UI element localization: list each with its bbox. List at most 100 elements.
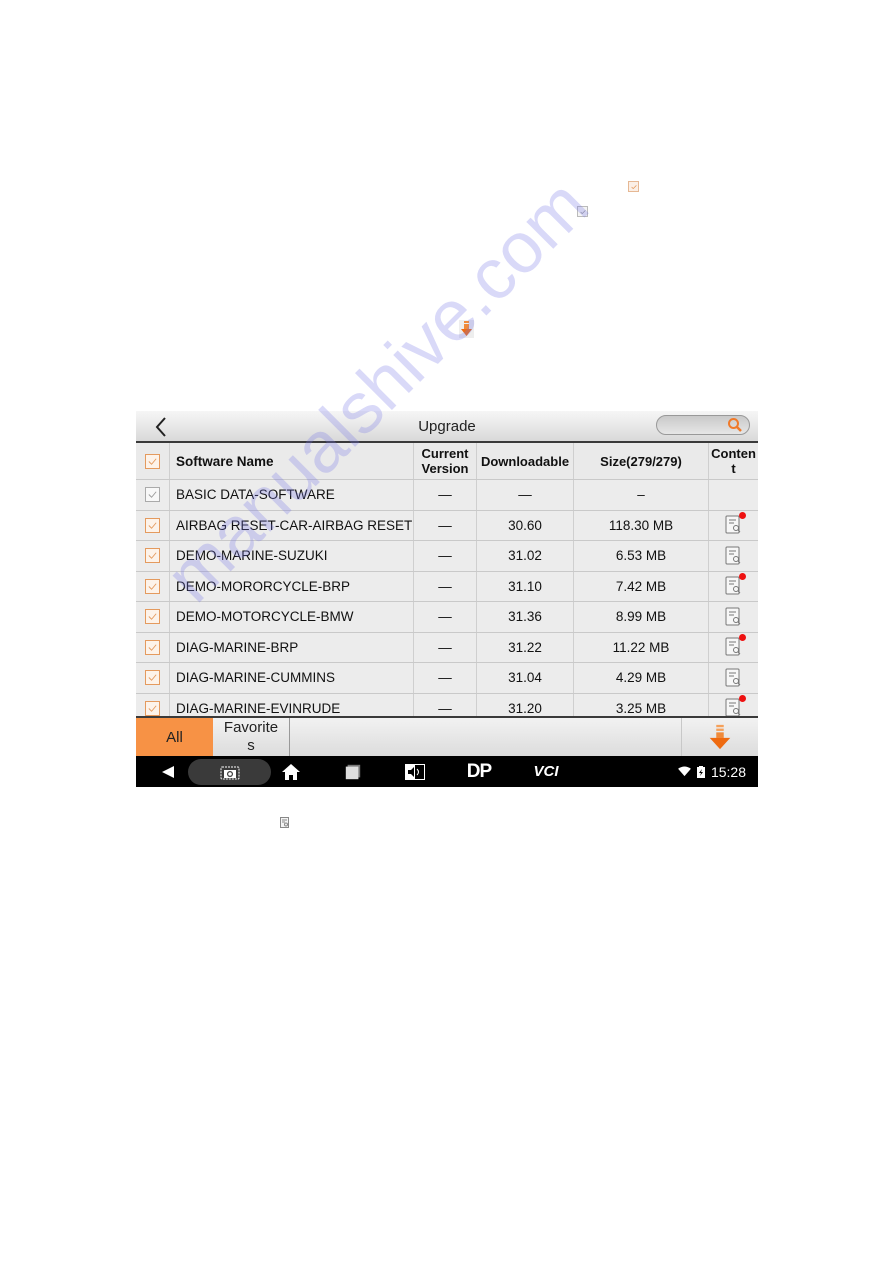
downloadable-version: — — [477, 480, 574, 510]
software-name: DEMO-MORORCYCLE-BRP — [170, 571, 414, 601]
header-current-version[interactable]: Current Version — [414, 443, 477, 479]
triangle-back-icon — [162, 765, 174, 778]
search-input[interactable] — [656, 415, 750, 435]
volume-button[interactable] — [402, 756, 428, 787]
camera-icon — [220, 766, 240, 779]
recent-apps-button[interactable] — [341, 756, 365, 787]
checkbox-cell — [136, 480, 170, 510]
software-name: DIAG-MARINE-CUMMINS — [170, 663, 414, 693]
downloadable-version: 31.36 — [477, 602, 574, 632]
new-badge — [738, 512, 746, 520]
software-name: DIAG-MARINE-BRP — [170, 632, 414, 662]
table-row[interactable]: DEMO-MORORCYCLE-BRP —31.10 7.42 MB — [136, 571, 758, 602]
current-version: — — [414, 602, 477, 632]
tab-all[interactable]: All — [136, 718, 213, 756]
size: 8.99 MB — [574, 602, 709, 632]
check-icon — [148, 491, 157, 499]
check-icon — [148, 674, 157, 682]
software-name: AIRBAG RESET-CAR-AIRBAG RESET — [170, 510, 414, 540]
downloadable-version: 31.10 — [477, 571, 574, 601]
new-badge — [738, 695, 746, 703]
download-arrow-icon — [459, 320, 474, 338]
nav-back-button[interactable] — [156, 756, 180, 787]
software-table: Software Name Current Version Downloadab… — [136, 443, 758, 724]
content-doc-icon[interactable] — [725, 573, 746, 596]
content-cell — [709, 572, 758, 602]
check-icon — [148, 457, 157, 465]
system-nav-bar: DP VCI 15:28 — [136, 756, 758, 787]
check-icon — [148, 705, 157, 712]
content-cell — [709, 511, 758, 541]
header-downloadable[interactable]: Downloadable — [477, 443, 574, 479]
row-checkbox[interactable] — [145, 578, 160, 594]
new-badge — [738, 634, 746, 642]
content-doc-icon[interactable] — [725, 668, 743, 688]
software-name: BASIC DATA-SOFTWARE — [170, 480, 414, 510]
row-checkbox[interactable] — [145, 700, 160, 716]
content-doc-icon[interactable] — [725, 546, 743, 566]
content-doc-icon — [280, 815, 290, 828]
tab-favorites-label: Favorites — [223, 719, 279, 754]
downloadable-version: 31.22 — [477, 632, 574, 662]
dp-logo: DP — [466, 760, 492, 782]
speaker-icon — [405, 763, 425, 780]
downloadable-version: 31.02 — [477, 541, 574, 571]
table-row[interactable]: DIAG-MARINE-BRP —31.22 11.22 MB — [136, 632, 758, 663]
checkbox-cell — [136, 663, 170, 693]
checkbox-cell — [136, 571, 170, 601]
table-row[interactable]: AIRBAG RESET-CAR-AIRBAG RESET —30.60 118.3… — [136, 510, 758, 541]
title-bar: Upgrade — [136, 411, 758, 443]
tab-favorites[interactable]: Favorites — [213, 718, 290, 756]
row-checkbox[interactable] — [145, 487, 160, 503]
row-checkbox[interactable] — [145, 517, 160, 533]
download-button[interactable] — [681, 718, 758, 756]
size: 7.42 MB — [574, 571, 709, 601]
table-row[interactable]: DEMO-MARINE-SUZUKI —31.02 6.53 MB — [136, 541, 758, 572]
size: 4.29 MB — [574, 663, 709, 693]
dp-app-button[interactable]: DP — [462, 756, 496, 787]
gray-checkbox-icon — [577, 206, 588, 217]
software-name: DEMO-MARINE-SUZUKI — [170, 541, 414, 571]
content-cell — [709, 541, 758, 571]
checkbox-cell — [136, 510, 170, 540]
status-area: 15:28 — [678, 756, 746, 787]
home-icon — [282, 763, 300, 780]
current-version: — — [414, 571, 477, 601]
checkbox-cell — [136, 632, 170, 662]
content-doc-icon[interactable] — [725, 512, 746, 535]
screenshot-button[interactable] — [216, 756, 244, 787]
content-cell — [709, 602, 758, 632]
table-row[interactable]: BASIC DATA-SOFTWARE — — – — [136, 480, 758, 511]
table-row[interactable]: DEMO-MOTORCYCLE-BMW —31.36 8.99 MB — [136, 602, 758, 633]
check-icon — [148, 522, 157, 529]
clock: 15:28 — [710, 763, 746, 780]
content-doc-icon[interactable] — [725, 634, 746, 657]
select-all-checkbox[interactable] — [145, 453, 160, 469]
checkbox-cell — [136, 541, 170, 571]
row-checkbox[interactable] — [145, 639, 160, 655]
current-version: — — [414, 541, 477, 571]
row-checkbox[interactable] — [145, 548, 160, 564]
table-header: Software Name Current Version Downloadab… — [136, 443, 758, 480]
vci-app-button[interactable]: VCI — [530, 756, 562, 787]
header-content[interactable]: Content — [709, 443, 758, 479]
checkbox-cell — [136, 602, 170, 632]
content-cell — [709, 633, 758, 663]
size: 118.30 MB — [574, 510, 709, 540]
header-size[interactable]: Size(279/279) — [574, 443, 709, 479]
row-checkbox[interactable] — [145, 609, 160, 625]
check-icon — [148, 613, 157, 621]
vci-logo: VCI — [533, 763, 559, 780]
bottom-bar: All Favorites — [136, 716, 758, 756]
search-icon[interactable] — [727, 417, 743, 433]
header-software-name[interactable]: Software Name — [170, 443, 414, 479]
home-button[interactable] — [279, 756, 303, 787]
battery-icon — [696, 765, 705, 778]
content-doc-icon[interactable] — [725, 607, 743, 627]
downloadable-version: 30.60 — [477, 510, 574, 540]
orange-checkbox-icon — [628, 181, 639, 192]
size: 6.53 MB — [574, 541, 709, 571]
size: – — [574, 480, 709, 510]
table-row[interactable]: DIAG-MARINE-CUMMINS —31.04 4.29 MB — [136, 663, 758, 694]
row-checkbox[interactable] — [145, 670, 160, 686]
